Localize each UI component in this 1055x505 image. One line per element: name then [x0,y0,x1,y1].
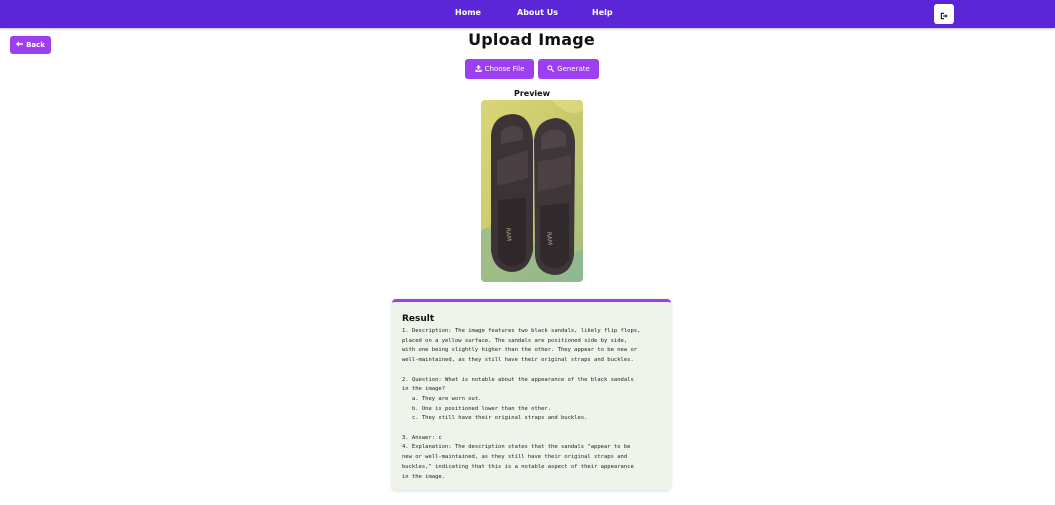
nav-links: Home About Us Help [0,0,1055,28]
navbar: Home About Us Help [0,0,1055,28]
generate-button[interactable]: Generate [538,59,599,79]
result-card: Result 1. Description: The image feature… [392,299,671,490]
logout-icon [940,5,948,24]
choose-file-button[interactable]: Choose File [465,59,534,79]
choose-file-label: Choose File [484,65,525,73]
search-icon [547,64,555,74]
svg-text:RAM: RAM [545,232,553,246]
svg-text:RAM: RAM [504,228,512,242]
upload-icon [474,64,482,74]
preview-label: Preview [513,89,550,98]
nav-link-about[interactable]: About Us [517,8,558,17]
result-text: 1. Description: The image features two b… [402,328,641,480]
page-title: Upload Image [468,30,595,49]
logout-button[interactable] [934,4,954,24]
nav-link-help[interactable]: Help [592,8,613,17]
generate-label: Generate [557,65,590,73]
preview-image: RAM RAM [481,100,583,282]
nav-link-home[interactable]: Home [455,8,481,17]
result-title: Result [402,314,435,324]
